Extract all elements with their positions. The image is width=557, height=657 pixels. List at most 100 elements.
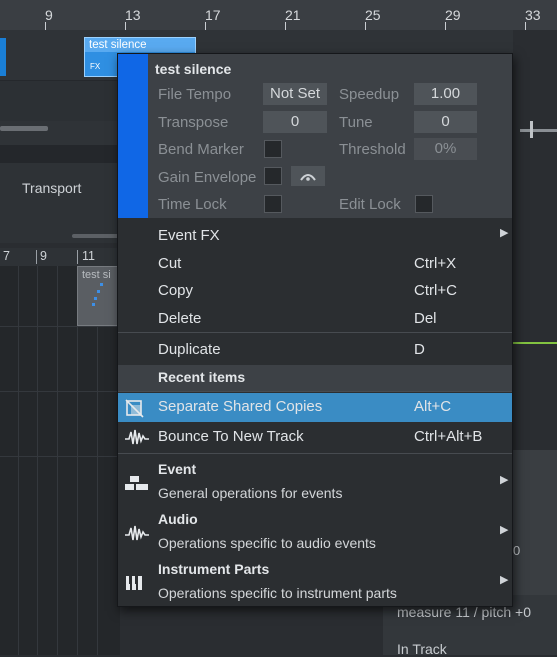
timeline-ruler[interactable]: 9 13 17 21 25 29 33 (0, 0, 557, 31)
menu-item-label: Duplicate (158, 341, 221, 358)
submenu-title: Event (158, 461, 197, 477)
recent-items-label: Recent items (158, 369, 246, 385)
submenu-arrow-icon: ▶ (500, 227, 509, 239)
submenu-event[interactable]: Event General operations for events ▶ (118, 461, 512, 511)
editor-clip-label: test si (82, 269, 111, 281)
menu-item-shortcut: Ctrl+X (414, 255, 457, 272)
grid-line (57, 266, 58, 655)
menu-item-shortcut: Alt+C (414, 398, 452, 415)
waveform-icon (125, 429, 149, 445)
event-properties-panel: test silence File Tempo Not Set Speedup … (118, 54, 512, 218)
menu-item-event-fx[interactable]: Event FX ▶ (118, 222, 512, 250)
event-color-swatch[interactable] (118, 54, 148, 218)
menu-item-label: Event FX (158, 227, 220, 244)
menu-item-shortcut: Ctrl+C (414, 282, 457, 299)
separate-copies-icon (125, 399, 144, 418)
automation-line (513, 342, 557, 344)
clip-fx-icon[interactable]: FX (90, 62, 100, 71)
horizontal-scrollbar[interactable] (0, 126, 48, 131)
envelope-icon (300, 174, 316, 181)
inspector-value: 0 (513, 543, 521, 558)
clip-name: test silence (85, 38, 195, 52)
menu-item-bounce-to-new-track[interactable]: Bounce To New Track Ctrl+Alt+B (118, 423, 512, 451)
ruler-tick (77, 250, 78, 264)
piano-keys-icon (126, 576, 142, 590)
zoom-slider-knob[interactable] (530, 121, 533, 138)
ruler-tick (525, 22, 526, 30)
menu-item-label: Separate Shared Copies (158, 398, 323, 415)
menu-item-shortcut: D (414, 341, 425, 358)
transpose-field[interactable]: 0 (263, 111, 327, 133)
ruler-mark: 25 (365, 7, 381, 23)
ruler-tick (36, 250, 37, 264)
zoom-slider-track[interactable] (520, 129, 557, 132)
transport-label[interactable]: Transport (22, 180, 81, 196)
submenu-title: Instrument Parts (158, 561, 270, 577)
grid-line (0, 456, 120, 457)
panel-scrollbar[interactable] (72, 234, 120, 238)
event-blocks-icon (125, 476, 148, 490)
ruler-tick (125, 22, 126, 30)
menu-item-label: Bounce To New Track (158, 428, 304, 445)
menu-item-label: Copy (158, 282, 194, 299)
bend-marker-label: Bend Marker (158, 141, 244, 158)
file-tempo-field[interactable]: Not Set (263, 83, 327, 105)
edit-lock-checkbox[interactable] (415, 195, 433, 213)
ruler-tick (365, 22, 366, 30)
ruler-mark: 9 (40, 249, 47, 263)
audio-clip-left[interactable] (0, 38, 6, 76)
submenu-audio[interactable]: Audio Operations specific to audio event… (118, 511, 512, 561)
menu-separator (118, 332, 512, 333)
recent-items-header: Recent items (118, 365, 512, 391)
submenu-description: General operations for events (158, 485, 343, 501)
menu-item-cut[interactable]: Cut Ctrl+X (118, 250, 512, 278)
time-lock-checkbox[interactable] (264, 195, 282, 213)
ruler-tick (45, 22, 46, 30)
threshold-label: Threshold (339, 141, 406, 158)
menu-item-copy[interactable]: Copy Ctrl+C (118, 277, 512, 305)
menu-item-separate-shared-copies[interactable]: Separate Shared Copies Alt+C (118, 393, 512, 422)
gain-envelope-button[interactable] (291, 166, 325, 186)
threshold-field[interactable]: 0% (414, 138, 477, 160)
time-lock-label: Time Lock (158, 196, 227, 213)
submenu-arrow-icon: ▶ (500, 524, 509, 536)
menu-item-delete[interactable]: Delete Del (118, 305, 512, 333)
ruler-mark: 11 (82, 249, 95, 263)
waveform-icon (125, 525, 149, 541)
gain-envelope-label: Gain Envelope (158, 169, 257, 186)
grid-line (37, 266, 38, 655)
grid-line (0, 326, 120, 327)
note-markers-icon (92, 283, 103, 306)
menu-item-shortcut: Ctrl+Alt+B (414, 428, 483, 445)
ruler-mark: 7 (3, 249, 10, 263)
submenu-title: Audio (158, 511, 198, 527)
editor-clip[interactable]: test si (77, 266, 120, 326)
menu-item-label: Delete (158, 310, 202, 327)
context-menu[interactable]: test silence File Tempo Not Set Speedup … (117, 53, 513, 607)
ruler-tick (205, 22, 206, 30)
grid-line (18, 266, 19, 655)
tune-field[interactable]: 0 (414, 111, 477, 133)
menu-item-shortcut: Del (414, 310, 437, 327)
submenu-arrow-icon: ▶ (500, 474, 509, 486)
transpose-label: Transpose (158, 114, 229, 131)
menu-separator (118, 391, 512, 392)
speedup-label: Speedup (339, 86, 400, 103)
ruler-mark: 13 (125, 7, 141, 23)
menu-item-duplicate[interactable]: Duplicate D (118, 336, 512, 364)
bend-marker-checkbox[interactable] (264, 140, 282, 158)
editor-ruler[interactable]: 7 9 11 (0, 248, 120, 266)
submenu-description: Operations specific to instrument parts (158, 585, 397, 601)
tune-label: Tune (339, 114, 373, 131)
gain-envelope-checkbox[interactable] (264, 167, 282, 185)
ruler-tick (285, 22, 286, 30)
file-tempo-label: File Tempo (158, 86, 232, 103)
ruler-mark: 21 (285, 7, 301, 23)
submenu-instrument-parts[interactable]: Instrument Parts Operations specific to … (118, 561, 512, 611)
grid-line (0, 391, 120, 392)
submenu-arrow-icon: ▶ (500, 574, 509, 586)
ruler-tick (445, 22, 446, 30)
ruler-mark: 33 (525, 7, 541, 23)
speedup-field[interactable]: 1.00 (414, 83, 477, 105)
submenu-description: Operations specific to audio events (158, 535, 376, 551)
